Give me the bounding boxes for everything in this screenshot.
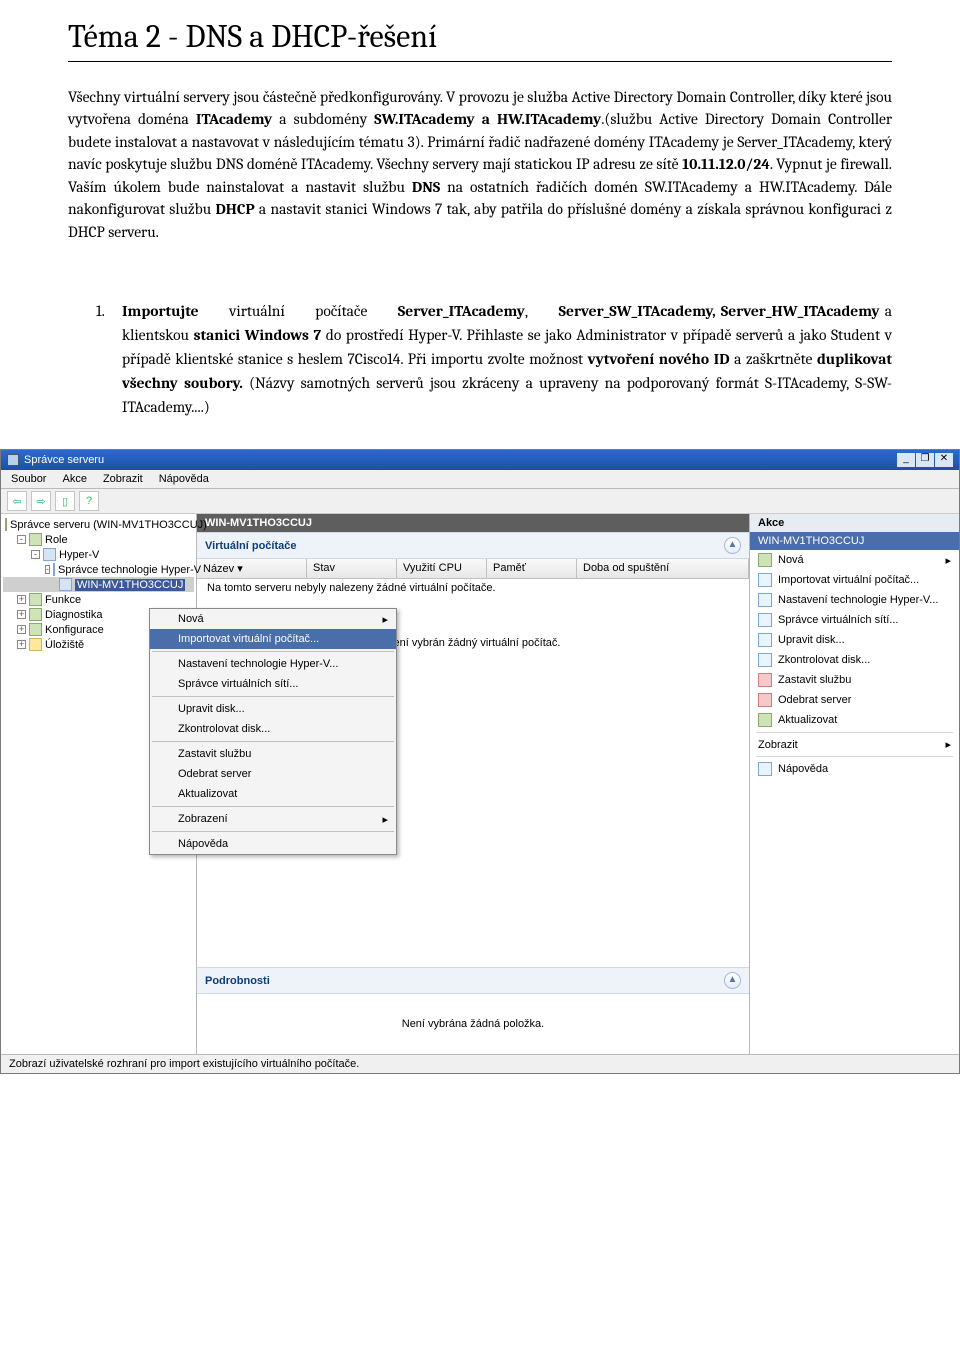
collapse-icon[interactable]: ▲: [724, 537, 741, 554]
ctx-refresh[interactable]: Aktualizovat: [150, 784, 396, 804]
ctx-inspect-disk[interactable]: Zkontrolovat disk...: [150, 719, 396, 739]
back-button[interactable]: ⇦: [7, 491, 27, 511]
col-name[interactable]: Název ▾: [197, 559, 307, 578]
import-icon: [758, 573, 772, 587]
ctx-stop-service[interactable]: Zastavit službu: [150, 744, 396, 764]
tree-pane: Správce serveru (WIN-MV1THO3CCUJ) -Role …: [1, 514, 197, 1054]
action-new[interactable]: Nová▸: [750, 550, 959, 570]
minimize-button[interactable]: _: [897, 453, 915, 467]
action-virtual-network-manager[interactable]: Správce virtuálních sítí...: [750, 610, 959, 630]
menu-bar: Soubor Akce Zobrazit Nápověda: [1, 470, 959, 489]
tree-funkce[interactable]: +Funkce: [3, 592, 194, 607]
inspect-disk-icon: [758, 653, 772, 667]
restore-button[interactable]: ❐: [916, 453, 934, 467]
show-hide-button[interactable]: ▯: [55, 491, 75, 511]
tree-role[interactable]: -Role: [3, 532, 194, 547]
help-button[interactable]: ?: [79, 491, 99, 511]
window-titlebar[interactable]: Správce serveru _ ❐ ✕: [1, 450, 959, 470]
refresh-icon: [758, 713, 772, 727]
actions-pane: Akce WIN-MV1THO3CCUJ Nová▸ Importovat vi…: [749, 514, 959, 1054]
action-remove-server[interactable]: Odebrat server: [750, 690, 959, 710]
col-uptime[interactable]: Doba od spuštění: [577, 559, 749, 578]
help-icon: [758, 762, 772, 776]
action-help[interactable]: Nápověda: [750, 759, 959, 779]
remove-icon: [758, 693, 772, 707]
action-hyperv-settings[interactable]: Nastavení technologie Hyper-V...: [750, 590, 959, 610]
actions-node-title: WIN-MV1THO3CCUJ: [750, 532, 959, 550]
collapse-icon[interactable]: ▲: [724, 972, 741, 989]
menu-view[interactable]: Zobrazit: [103, 473, 143, 485]
action-inspect-disk[interactable]: Zkontrolovat disk...: [750, 650, 959, 670]
no-item-selected: Není vybrána žádná položka.: [197, 994, 749, 1054]
window-title: Správce serveru: [24, 454, 897, 466]
forward-button[interactable]: ⇨: [31, 491, 51, 511]
menu-action[interactable]: Akce: [62, 473, 86, 485]
app-icon: [7, 454, 19, 466]
details-section: Podrobnosti ▲: [197, 967, 749, 994]
tree-node-selected[interactable]: WIN-MV1THO3CCUJ: [3, 577, 194, 592]
virtual-machines-section: Virtuální počítače ▲: [197, 532, 749, 559]
menu-file[interactable]: Soubor: [11, 473, 46, 485]
action-stop-service[interactable]: Zastavit službu: [750, 670, 959, 690]
center-header: WIN-MV1THO3CCUJ: [197, 514, 749, 532]
status-bar: Zobrazí uživatelské rozhraní pro import …: [1, 1054, 959, 1073]
col-state[interactable]: Stav: [307, 559, 397, 578]
context-menu: Nová▸ Importovat virtuální počítač... Na…: [149, 608, 397, 855]
no-vms-message: Na tomto serveru nebyly nalezeny žádné v…: [197, 579, 749, 597]
page-title: Téma 2 - DNS a DHCP-řešení: [68, 18, 892, 62]
step-1: 1. Importujte virtuální počítače Server_…: [96, 299, 892, 419]
ctx-edit-disk[interactable]: Upravit disk...: [150, 699, 396, 719]
toolbar: ⇦ ⇨ ▯ ?: [1, 489, 959, 514]
action-view[interactable]: Zobrazit▸: [750, 735, 959, 754]
actions-header: Akce: [750, 514, 959, 532]
stop-icon: [758, 673, 772, 687]
col-memory[interactable]: Paměť: [487, 559, 577, 578]
close-button[interactable]: ✕: [935, 453, 953, 467]
menu-help[interactable]: Nápověda: [159, 473, 209, 485]
vm-column-headers: Název ▾ Stav Využití CPU Paměť Doba od s…: [197, 559, 749, 579]
action-import-vm[interactable]: Importovat virtuální počítač...: [750, 570, 959, 590]
tree-root[interactable]: Správce serveru (WIN-MV1THO3CCUJ): [3, 517, 194, 532]
intro-paragraph: Všechny virtuální servery jsou částečně …: [68, 86, 892, 243]
ctx-hyperv-settings[interactable]: Nastavení technologie Hyper-V...: [150, 654, 396, 674]
action-edit-disk[interactable]: Upravit disk...: [750, 630, 959, 650]
network-icon: [758, 613, 772, 627]
ctx-virtual-network-manager[interactable]: Správce virtuálních sítí...: [150, 674, 396, 694]
tree-hyperv[interactable]: -Hyper-V: [3, 547, 194, 562]
ctx-remove-server[interactable]: Odebrat server: [150, 764, 396, 784]
new-icon: [758, 553, 772, 567]
ctx-import-vm[interactable]: Importovat virtuální počítač...: [150, 629, 396, 649]
edit-disk-icon: [758, 633, 772, 647]
settings-icon: [758, 593, 772, 607]
ctx-help[interactable]: Nápověda: [150, 834, 396, 854]
ctx-view[interactable]: Zobrazení▸: [150, 809, 396, 829]
col-cpu[interactable]: Využití CPU: [397, 559, 487, 578]
ctx-new[interactable]: Nová▸: [150, 609, 396, 629]
action-refresh[interactable]: Aktualizovat: [750, 710, 959, 730]
tree-hyperv-manager[interactable]: -Správce technologie Hyper-V: [3, 562, 194, 577]
server-manager-window: Správce serveru _ ❐ ✕ Soubor Akce Zobraz…: [0, 449, 960, 1074]
